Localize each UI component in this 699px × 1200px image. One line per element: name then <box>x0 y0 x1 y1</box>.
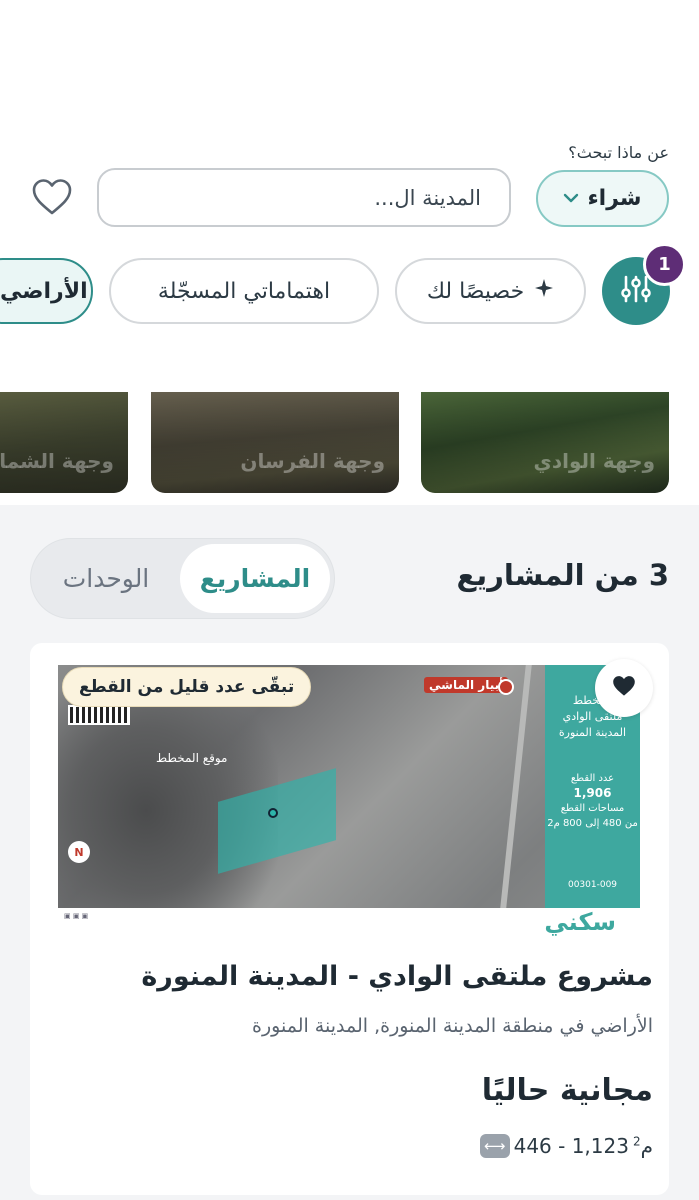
destination-label: وجهة الوادي <box>533 449 656 473</box>
map-pin-icon <box>498 679 514 695</box>
destination-image <box>0 392 128 493</box>
project-title: مشروع ملتقى الوادي - المدينة المنورة <box>141 961 653 992</box>
availability-badge: تبقّى عدد قليل من القطع <box>62 667 312 707</box>
favorite-button[interactable] <box>595 659 653 717</box>
plan-code: 00301-009 <box>567 880 618 890</box>
search-label: عن ماذا تبحث؟ <box>568 143 669 162</box>
map-road <box>500 665 532 908</box>
chip-registered-interests[interactable]: اهتماماتي المسجّلة <box>109 258 379 324</box>
results-count-title: 3 من المشاريع <box>456 558 670 592</box>
chip-lands[interactable]: الأراضي <box>0 258 93 324</box>
destination-card[interactable]: وجهة الفرسان <box>151 392 399 493</box>
map-plot-marker <box>268 808 278 818</box>
map-plot-label: موقع المخطط <box>156 751 228 765</box>
purchase-type-value: شراء <box>587 186 642 211</box>
area-unit: م2 <box>633 1134 653 1158</box>
chip-lands-label: الأراضي <box>0 278 88 304</box>
city-search-input[interactable] <box>97 168 511 227</box>
plots-count-label: عدد القطع <box>570 773 615 784</box>
destination-image <box>151 392 399 493</box>
destination-card[interactable]: وجهة الوادي <box>421 392 669 493</box>
tab-units[interactable]: الوحدات <box>36 544 176 613</box>
chip-for-you-label: خصيصًا لك <box>426 278 525 304</box>
chevron-down-icon <box>563 189 579 208</box>
north-arrow-icon: N <box>68 841 90 863</box>
plots-area: من 480 إلى 800 م2 <box>547 818 638 829</box>
area-unit-sup: 2 <box>632 1134 641 1149</box>
area-arrows-icon: ⟷ <box>479 1134 510 1158</box>
header-panel: عن ماذا تبحث؟ شراء 1 خصيصًا لك اهتماماتي… <box>0 0 699 505</box>
map-footer: سكني ▣ ▣ ▣ <box>58 908 640 938</box>
partner-logos: ▣ ▣ ▣ <box>64 912 89 920</box>
heart-filled-icon <box>611 674 637 702</box>
map-pin-label: أبيار الماشي <box>424 677 509 693</box>
plots-count: 1,906 <box>573 786 612 800</box>
chip-registered-interests-label: اهتماماتي المسجّلة <box>157 278 331 304</box>
destination-label: وجهة الشمال <box>0 449 114 473</box>
tab-projects[interactable]: المشاريع <box>180 544 330 613</box>
project-location: الأراضي في منطقة المدينة المنورة, المدين… <box>252 1015 653 1037</box>
project-card[interactable]: موقع المخطط أبيار الماشي N المخطط ملتقى … <box>30 643 669 1195</box>
chip-for-you[interactable]: خصيصًا لك <box>395 258 586 324</box>
filter-count-badge: 1 <box>643 243 686 286</box>
destination-label: وجهة الفرسان <box>240 449 385 473</box>
project-area: ⟷ 446 - 1,123 م2 <box>479 1134 653 1158</box>
map-strip-title-line: المدينة المنورة <box>558 726 627 739</box>
qr-code-icon <box>68 705 130 725</box>
project-price: مجانية حاليًا <box>481 1073 653 1108</box>
brand-logo: سكني <box>544 908 616 936</box>
destination-image <box>421 392 669 493</box>
map-strip-stats: عدد القطع 1,906 مساحات القطع من 480 إلى … <box>545 771 640 831</box>
plots-area-label: مساحات القطع <box>560 803 625 814</box>
sparkle-icon <box>534 278 554 304</box>
area-unit-text: م <box>640 1134 653 1158</box>
area-range: 446 - 1,123 <box>513 1134 629 1158</box>
purchase-type-dropdown[interactable]: شراء <box>536 170 669 227</box>
favorites-heart-icon[interactable] <box>31 177 73 217</box>
destination-card[interactable]: وجهة الشمال <box>0 392 128 493</box>
